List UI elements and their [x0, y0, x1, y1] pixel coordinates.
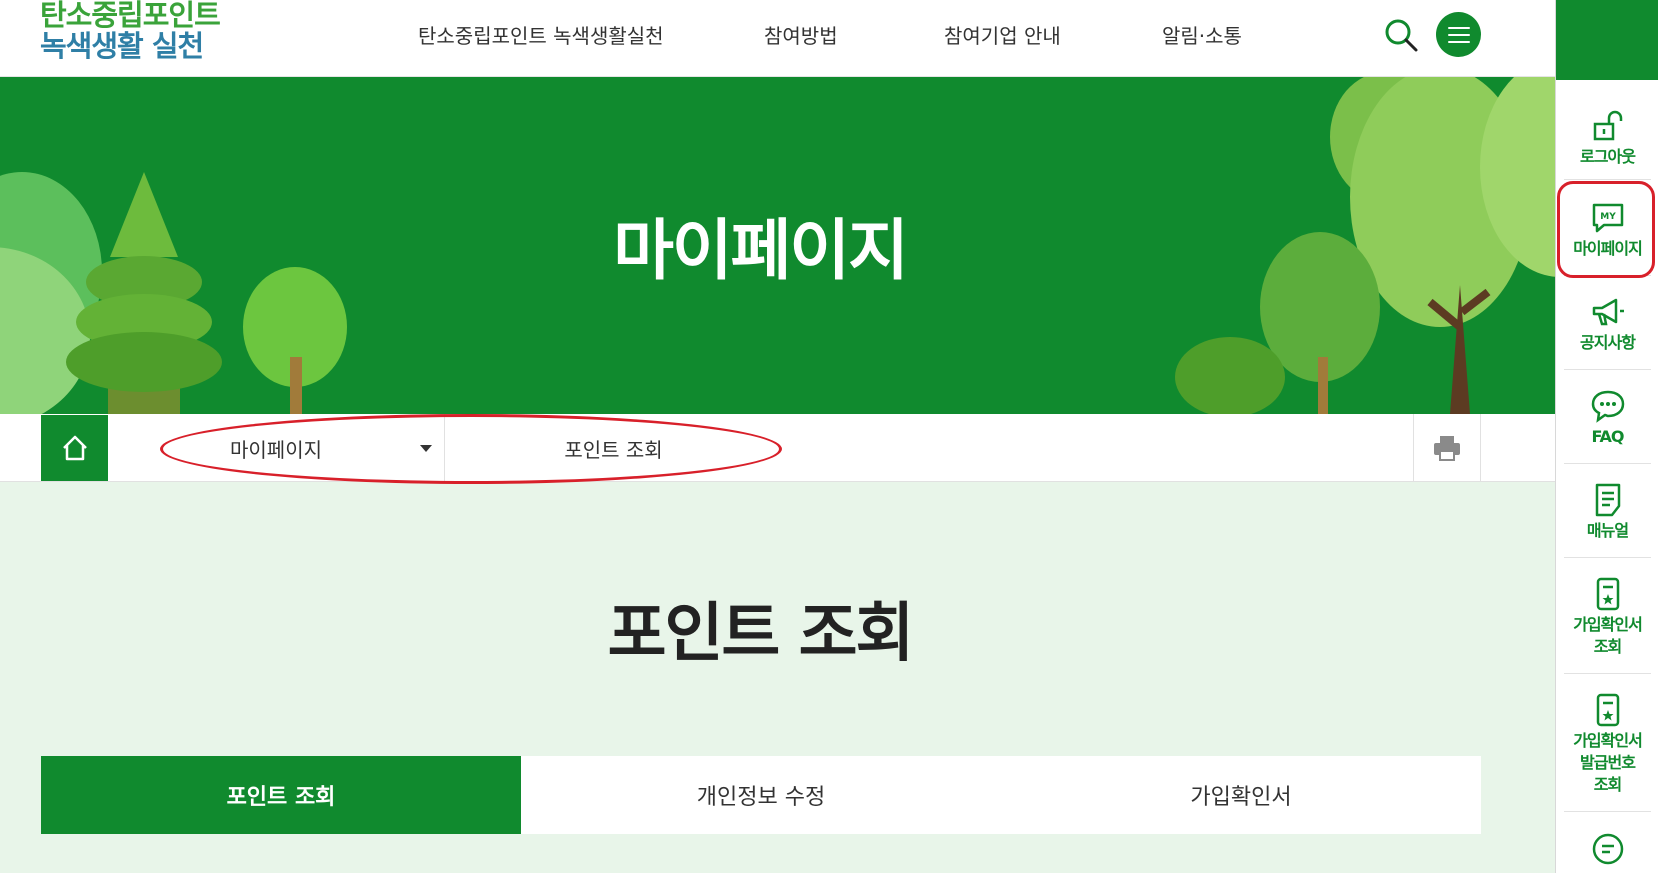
- logo-line2: 녹색생활 실천: [40, 29, 204, 63]
- search-icon[interactable]: [1383, 17, 1419, 53]
- quick-item-logout[interactable]: 로그아웃: [1564, 96, 1651, 180]
- site-logo[interactable]: 탄소중립포인트 녹색생활 실천: [40, 0, 221, 63]
- home-button[interactable]: [41, 415, 108, 481]
- quick-item-certificate-number[interactable]: 가입확인서 발급번호 조회: [1564, 680, 1651, 812]
- document-icon: [1595, 483, 1620, 517]
- megaphone-icon: [1592, 298, 1624, 326]
- unlock-icon: [1593, 110, 1622, 141]
- tab-edit-profile[interactable]: 개인정보 수정: [521, 756, 1001, 834]
- quick-menu: 로그아웃 MY 마이페이지 공지사항 FAQ 매뉴얼 가입확인서 조회 가입확인…: [1555, 0, 1658, 873]
- quick-item-label: FAQ: [1591, 427, 1624, 446]
- hamburger-menu-button[interactable]: [1436, 12, 1481, 57]
- nav-item-notice-community[interactable]: 알림·소통: [1162, 20, 1242, 50]
- quick-item-label: 공지사항: [1580, 333, 1636, 352]
- tab-point-inquiry[interactable]: 포인트 조회: [41, 756, 521, 834]
- hamburger-icon: [1447, 26, 1470, 29]
- quick-item-label: 로그아웃: [1580, 147, 1636, 166]
- quick-item-notice[interactable]: 공지사항: [1564, 282, 1651, 370]
- breadcrumb-section-select[interactable]: 마이페이지: [163, 414, 445, 482]
- quick-menu-header: [1556, 0, 1658, 80]
- quick-item-mypage[interactable]: MY 마이페이지: [1564, 188, 1651, 276]
- svg-text:MY: MY: [1600, 212, 1616, 222]
- quick-item-manual[interactable]: 매뉴얼: [1564, 470, 1651, 558]
- breadcrumb-current-page[interactable]: 포인트 조회: [446, 414, 781, 482]
- banner-title: 마이페이지: [613, 212, 909, 289]
- home-icon: [62, 435, 87, 461]
- breadcrumb-section-label: 마이페이지: [230, 437, 322, 462]
- quick-item-label: 매뉴얼: [1586, 521, 1629, 540]
- quick-item-certificate[interactable]: 가입확인서 조회: [1564, 564, 1651, 674]
- certificate-number-icon: [1596, 693, 1619, 727]
- logo-line1: 탄소중립포인트: [40, 0, 221, 32]
- page-banner: 마이페이지: [0, 77, 1658, 414]
- printer-icon: [1434, 436, 1460, 461]
- caret-down-icon: [420, 445, 432, 452]
- breadcrumb: 마이페이지 포인트 조회: [0, 414, 1658, 482]
- tab-registration-certificate[interactable]: 가입확인서: [1001, 756, 1481, 834]
- chat-bubble-icon: [1591, 390, 1624, 423]
- print-button[interactable]: [1413, 414, 1481, 482]
- nav-item-companies[interactable]: 참여기업 안내: [944, 20, 1061, 50]
- quick-item-label: 가입확인서 조회: [1573, 615, 1643, 656]
- nav-item-how-to-join[interactable]: 참여방법: [764, 20, 838, 50]
- quick-item-faq[interactable]: FAQ: [1564, 376, 1651, 464]
- quick-item-chat[interactable]: [1564, 820, 1651, 873]
- nav-item-green-life[interactable]: 탄소중립포인트 녹색생활실천: [418, 20, 664, 50]
- content-tabs: 포인트 조회 개인정보 수정 가입확인서: [41, 756, 1481, 834]
- certificate-icon: [1596, 577, 1619, 611]
- quick-item-label: 가입확인서 발급번호 조회: [1573, 731, 1643, 794]
- speech-bubble-icon: [1592, 833, 1623, 865]
- quick-item-label: 마이페이지: [1573, 239, 1643, 258]
- site-header: 탄소중립포인트 녹색생활 실천 탄소중립포인트 녹색생활실천 참여방법 참여기업…: [0, 0, 1658, 77]
- page-title: 포인트 조회: [607, 597, 915, 671]
- my-page-icon: MY: [1592, 203, 1623, 233]
